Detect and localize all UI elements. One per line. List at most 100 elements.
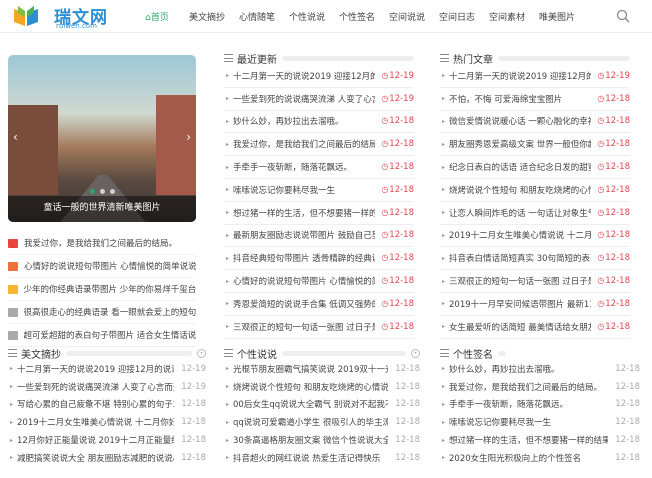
item-title[interactable]: 抖音表白情话简短真实 30句简短的表白... [449, 252, 591, 264]
next-arrow-icon[interactable]: › [186, 130, 191, 144]
list-item[interactable]: ▸ 想过猪一样的生活，但不想要猪一样的结果。 12-18 [440, 431, 640, 449]
item-title[interactable]: 三观很正的短句一句话一张图 过日子是过... [233, 321, 375, 333]
nav-kongjian-sucai[interactable]: 空间素材 [482, 10, 532, 23]
list-item[interactable]: ▸烧烤说说个性短句 和朋友吃烧烤的心情说说 12-18 [440, 179, 630, 202]
item-title[interactable]: 十二月第一天的说说2019 迎接12月的说... [449, 70, 591, 82]
list-item[interactable]: ▸三观很正的短句一句话一张图 过日子是过... 12-18 [440, 270, 630, 293]
nav-weimei-tupian[interactable]: 唯美图片 [532, 10, 582, 23]
list-item[interactable]: ▸心情好的说说短句带图片 心情愉悦的简单... 12-18 [224, 270, 414, 293]
list-item[interactable]: ▸妙什么妙，再妙拉出去溜哦。 12-18 [224, 111, 414, 134]
item-title[interactable]: 一些爱到死的说说痛哭流涕 人变了心言而无信 [233, 93, 375, 105]
item-title[interactable]: qq说说可爱霸道小学生 很吸引人的毕主流... [233, 416, 388, 428]
item-title[interactable]: 2020女生阳光积极向上的个性签名 [449, 452, 608, 464]
item-title[interactable]: 光棍节朋友圈霸气搞笑说说 2019双十一光... [233, 363, 388, 375]
item-title[interactable]: 2019十二月女生唯美心情说说 十二月你... [449, 229, 591, 241]
item-title[interactable]: 30条高逼格朋友圈文案 微信个性说说大全0... [233, 434, 388, 446]
list-item[interactable]: ▸ 30条高逼格朋友圈文案 微信个性说说大全0... 12-18 [224, 431, 420, 449]
featured-item-title[interactable]: 很高很走心的经典语录 看一眼就会爱上的短句子 [24, 306, 196, 318]
nav-home[interactable]: ⌂首页 [132, 10, 182, 23]
featured-item[interactable]: 超可爱超甜的表白句子带图片 适合女生情话说说 [8, 324, 196, 347]
slide-dot[interactable] [110, 189, 115, 194]
slide-caption[interactable]: 童话一般的世界清新唯美图片 [8, 196, 196, 222]
item-title[interactable]: 十二月第一天的说说2019 迎接12月的说... [233, 70, 375, 82]
item-title[interactable]: 一些爱到死的说说痛哭流涕 人变了心言而无信 [17, 381, 174, 393]
nav-kongjian-rizhi[interactable]: 空间日志 [432, 10, 482, 23]
slide-dot[interactable] [90, 189, 95, 194]
item-title[interactable]: 00后女生qq说说大全霸气 别说对不起我不... [233, 398, 388, 410]
item-title[interactable]: 嗦嗦说忘记你要耗尽我一生 [449, 416, 608, 428]
list-item[interactable]: ▸我爱过你，是我给我们之间最后的结局。 12-18 [224, 133, 414, 157]
site-logo[interactable]: 瑞文网 ruiwen.com [12, 3, 112, 31]
nav-xinqing[interactable]: 心情随笔 [232, 10, 282, 23]
list-item[interactable]: ▸ 2020女生阳光积极向上的个性签名 12-18 [440, 449, 640, 467]
item-title[interactable]: 秀恩爱简短的说说手合集 低调又强势的秀... [233, 298, 375, 310]
more-icon[interactable]: • [411, 348, 420, 358]
list-item[interactable]: ▸不怕，不悔 可爱海绵宝宝图片 12-18 [440, 88, 630, 111]
nav-gexing-qianming[interactable]: 个性签名 [332, 10, 382, 23]
item-title[interactable]: 2019十二月女生唯美心情说说 十二月你好... [17, 416, 174, 428]
item-title[interactable]: 烧烤说说个性短句 和朋友吃烧烤的心情说说 [449, 184, 591, 196]
item-title[interactable]: 想过猪一样的生活，但不想要猪一样的结果。 [449, 434, 608, 446]
featured-item[interactable]: 心情好的说说短句带图片 心情愉悦的简单说说 [8, 255, 196, 278]
slide-dot[interactable] [100, 189, 105, 194]
list-item[interactable]: ▸一些爱到死的说说痛哭流涕 人变了心言而无信 12-19 [8, 378, 206, 396]
item-title[interactable]: 妙什么妙，再妙拉出去溜哦。 [449, 363, 608, 375]
list-item[interactable]: ▸十二月第一天的说说2019 迎接12月的说... 12-19 [440, 65, 630, 88]
search-icon[interactable] [616, 9, 630, 23]
list-item[interactable]: ▸ 抖音超火的网红说说 热爱生活记得快乐 12-18 [224, 449, 420, 467]
item-title[interactable]: 2019十一月早安问候语带图片 最新11月... [449, 298, 591, 310]
item-title[interactable]: 抖音超火的网红说说 热爱生活记得快乐 [233, 452, 388, 464]
list-item[interactable]: ▸想过猪一样的生活，但不想要猪一样的结... 12-18 [224, 202, 414, 225]
item-title[interactable]: 减肥搞笑说说大全 朋友圈励志减肥的说说心情 [17, 452, 174, 464]
featured-item[interactable]: 我爱过你，是我给我们之间最后的结局。 [8, 232, 196, 255]
item-title[interactable]: 手牵手一夜斩断，随落花飘远。 [449, 398, 608, 410]
list-item[interactable]: ▸最新朋友圈励志说说带图片 鼓励自己努力... 12-18 [224, 225, 414, 248]
item-title[interactable]: 抖音经典短句带图片 透骨精辟的经典说说 [233, 252, 375, 264]
nav-gexing-shuoshuo[interactable]: 个性说说 [282, 10, 332, 23]
list-item[interactable]: ▸ 减肥搞笑说说大全 朋友圈励志减肥的说说心情 12-18 [8, 449, 206, 467]
nav-meiwen[interactable]: 美文摘抄 [182, 10, 232, 23]
list-item[interactable]: ▸ 十二月第一天的说说2019 迎接12月的说说... 12-19 [8, 360, 206, 378]
list-item[interactable]: ▸女生最爱听的话简短 最美情话给女朋友 12-18 [440, 316, 630, 339]
featured-item-title[interactable]: 心情好的说说短句带图片 心情愉悦的简单说说 [24, 260, 196, 272]
featured-item-title[interactable]: 超可爱超甜的表白句子带图片 适合女生情话说说 [24, 329, 196, 341]
item-title[interactable]: 让恋人瞬间炸毛的话 一句话让对象生气起脸 [449, 207, 591, 219]
list-item[interactable]: ▸微信爱情说说暖心话 一颗心融化的幸福爱... 12-18 [440, 111, 630, 134]
nav-kongjian-shuoshuo[interactable]: 空间说说 [382, 10, 432, 23]
list-item[interactable]: ▸抖音经典短句带图片 透骨精辟的经典说说 12-18 [224, 247, 414, 271]
featured-item[interactable]: 很高很走心的经典语录 看一眼就会爱上的短句子 [8, 301, 196, 324]
list-item[interactable]: ▸朋友圈秀恩爱高级文案 世界一般但你超值 12-18 [440, 133, 630, 157]
list-item[interactable]: ▸十二月第一天的说说2019 迎接12月的说... 12-19 [224, 65, 414, 88]
item-title[interactable]: 不怕，不悔 可爱海绵宝宝图片 [449, 93, 591, 105]
featured-item-title[interactable]: 我爱过你，是我给我们之间最后的结局。 [24, 237, 177, 249]
item-title[interactable]: 妙什么妙，再妙拉出去溜哦。 [233, 115, 375, 127]
list-item[interactable]: ▸ 光棍节朋友圈霸气搞笑说说 2019双十一光... 12-18 [224, 360, 420, 378]
featured-item[interactable]: 少年的你经典语录带图片 少年的你易烊千玺台词 [8, 278, 196, 301]
list-item[interactable]: ▸2019十一月早安问候语带图片 最新11月... 12-18 [440, 293, 630, 316]
item-title[interactable]: 我爱过你，是我给我们之间最后的结局。 [449, 381, 608, 393]
item-title[interactable]: 嗦嗦说忘记你要耗尽我一生 [233, 184, 375, 196]
list-item[interactable]: ▸一些爱到死的说说痛哭流涕 人变了心言而无信 12-19 [224, 88, 414, 111]
list-item[interactable]: ▸ 12月你好正能量说说 2019十二月正能量经... 12-18 [8, 431, 206, 449]
item-title[interactable]: 微信爱情说说暖心话 一颗心融化的幸福爱... [449, 115, 591, 127]
item-title[interactable]: 纪念日表白的话语 适合纪念日发的甜蜜说说 [449, 161, 591, 173]
prev-arrow-icon[interactable]: ‹ [13, 130, 18, 144]
featured-item-title[interactable]: 少年的你经典语录带图片 少年的你易烊千玺台词 [24, 283, 196, 295]
more-icon[interactable]: • [197, 348, 206, 358]
list-item[interactable]: ▸嗦嗦说忘记你要耗尽我一生 12-18 [224, 179, 414, 202]
list-item[interactable]: ▸ 2019十二月女生唯美心情说说 十二月你好... 12-18 [8, 413, 206, 431]
list-item[interactable]: ▸2019十二月女生唯美心情说说 十二月你... 12-18 [440, 225, 630, 248]
item-title[interactable]: 12月你好正能量说说 2019十二月正能量经... [17, 434, 174, 446]
list-item[interactable]: ▸手牵手一夜斩断，随落花飘远。 12-18 [440, 396, 640, 414]
list-item[interactable]: ▸抖音表白情话简短真实 30句简短的表白... 12-18 [440, 247, 630, 271]
item-title[interactable]: 想过猪一样的生活，但不想要猪一样的结... [233, 207, 375, 219]
item-title[interactable]: 心情好的说说短句带图片 心情愉悦的简单... [233, 275, 375, 287]
item-title[interactable]: 手牵手一夜斩断，随落花飘远。 [233, 161, 375, 173]
list-item[interactable]: ▸让恋人瞬间炸毛的话 一句话让对象生气起脸 12-18 [440, 202, 630, 225]
list-item[interactable]: ▸烧烤说说个性短句 和朋友吃烧烤的心情说说 12-18 [224, 378, 420, 396]
list-item[interactable]: ▸我爱过你，是我给我们之间最后的结局。 12-18 [440, 378, 640, 396]
list-item[interactable]: ▸ 写给心累的自己疲惫不堪 特别心累的句子20... 12-18 [8, 396, 206, 414]
image-slideshow[interactable]: ‹ › 童话一般的世界清新唯美图片 [8, 55, 196, 222]
list-item[interactable]: ▸妙什么妙，再妙拉出去溜哦。 12-18 [440, 360, 640, 378]
item-title[interactable]: 三观很正的短句一句话一张图 过日子是过... [449, 275, 591, 287]
